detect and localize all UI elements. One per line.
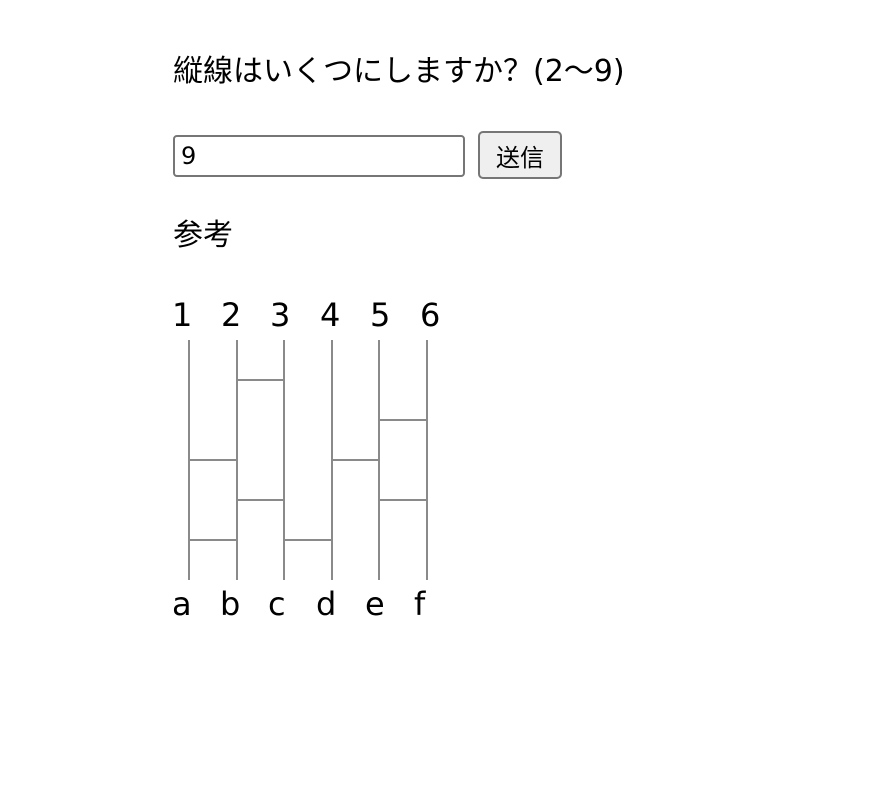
result-label-a: a [172, 585, 192, 623]
result-label-d: d [316, 585, 337, 623]
amida-ladder [188, 340, 428, 580]
result-label-f: f [414, 585, 426, 623]
column-number-6: 6 [420, 296, 441, 334]
result-label-b: b [220, 585, 241, 623]
line-count-input[interactable] [173, 135, 465, 177]
column-number-4: 4 [320, 296, 341, 334]
column-number-2: 2 [221, 296, 242, 334]
reference-label: 参考 [173, 218, 233, 253]
column-number-1: 1 [172, 296, 193, 334]
column-number-5: 5 [370, 296, 391, 334]
result-label-e: e [365, 585, 385, 623]
submit-button[interactable]: 送信 [478, 131, 562, 179]
result-label-c: c [268, 585, 286, 623]
question-text: 縦線はいくつにしますか？(2〜9) [173, 54, 625, 89]
column-number-3: 3 [270, 296, 291, 334]
